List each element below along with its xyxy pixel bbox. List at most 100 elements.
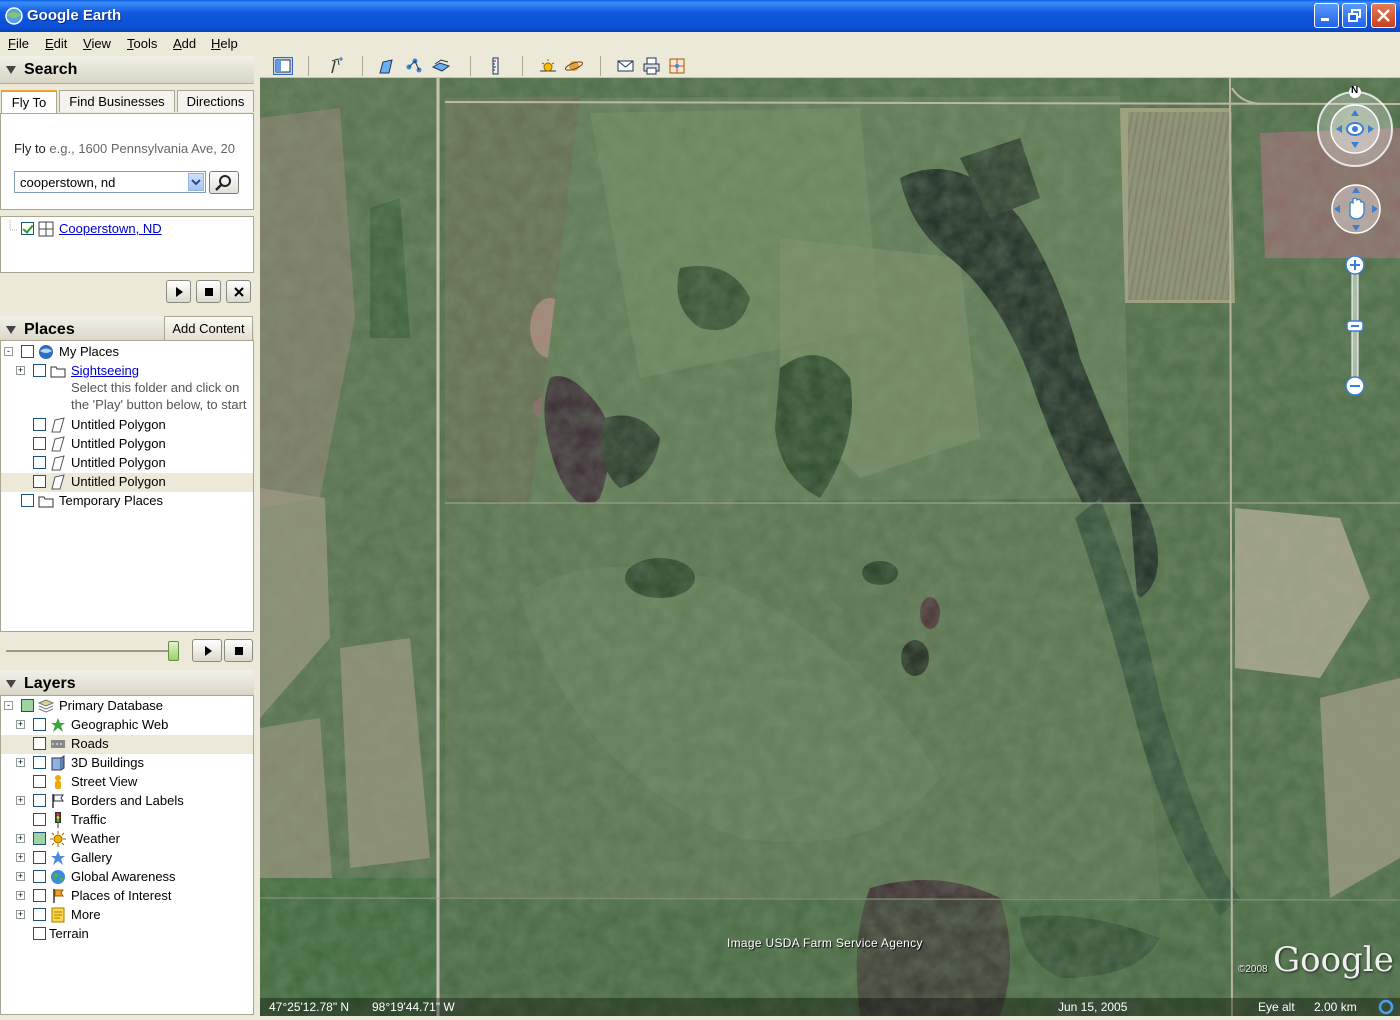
tab-find-businesses[interactable]: Find Businesses <box>59 90 175 112</box>
search-button[interactable] <box>209 171 239 194</box>
clear-button[interactable] <box>226 280 251 303</box>
checkbox[interactable] <box>33 418 46 431</box>
tree-item-my-places[interactable]: - My Places <box>1 343 253 362</box>
menu-tools[interactable]: Tools <box>127 36 157 51</box>
look-joystick[interactable] <box>1315 86 1395 168</box>
zoom-slider[interactable] <box>1344 256 1366 398</box>
checkbox[interactable] <box>33 475 46 488</box>
expand-expander[interactable]: + <box>16 910 25 919</box>
checkbox[interactable] <box>21 699 34 712</box>
tree-item-polygon[interactable]: Untitled Polygon <box>1 454 253 473</box>
collapse-expander[interactable]: - <box>4 347 13 356</box>
expand-expander[interactable]: + <box>16 891 25 900</box>
checkbox[interactable] <box>33 870 46 883</box>
checkbox[interactable] <box>33 718 46 731</box>
menu-help[interactable]: Help <box>211 36 238 51</box>
tree-item-polygon-selected[interactable]: Untitled Polygon <box>1 473 253 492</box>
checkbox[interactable] <box>33 437 46 450</box>
expand-expander[interactable]: + <box>16 853 25 862</box>
layers-panel-header[interactable]: Layers <box>0 670 254 698</box>
result-label[interactable]: Cooperstown, ND <box>59 221 162 236</box>
search-panel-header[interactable]: Search <box>0 56 254 84</box>
layer-geographic-web[interactable]: + Geographic Web <box>1 716 253 735</box>
checkbox[interactable] <box>33 813 46 826</box>
collapse-triangle-icon[interactable] <box>6 326 16 334</box>
planets-button[interactable] <box>564 57 584 75</box>
minimize-button[interactable] <box>1314 3 1339 28</box>
checkbox[interactable] <box>33 832 46 845</box>
collapse-triangle-icon[interactable] <box>6 680 16 688</box>
tree-item-polygon[interactable]: Untitled Polygon <box>1 435 253 454</box>
menu-file[interactable]: File <box>8 36 29 51</box>
places-play-button[interactable] <box>192 639 222 662</box>
expand-expander[interactable]: + <box>16 758 25 767</box>
tree-item-temporary-places[interactable]: Temporary Places <box>1 492 253 511</box>
close-button[interactable] <box>1371 3 1396 28</box>
polygon-tool-button[interactable] <box>378 57 398 75</box>
checkbox[interactable] <box>33 775 46 788</box>
stop-button[interactable] <box>196 280 221 303</box>
compass-north-label[interactable]: N <box>1351 85 1358 96</box>
checkbox[interactable] <box>21 494 34 507</box>
checkbox[interactable] <box>33 908 46 921</box>
expand-expander[interactable]: + <box>16 796 25 805</box>
layer-global-awareness[interactable]: + Global Awareness <box>1 868 253 887</box>
tree-item-label[interactable]: Sightseeing <box>71 363 139 378</box>
layer-borders-and-labels[interactable]: + Borders and Labels <box>1 792 253 811</box>
dropdown-button[interactable] <box>188 173 204 191</box>
search-input[interactable]: cooperstown, nd <box>14 171 206 193</box>
play-button[interactable] <box>166 280 191 303</box>
result-checkbox[interactable] <box>21 222 34 235</box>
checkbox[interactable] <box>33 927 46 940</box>
expand-expander[interactable]: + <box>16 872 25 881</box>
add-content-button[interactable]: Add Content <box>164 316 253 341</box>
layer-roads[interactable]: Roads <box>1 735 253 754</box>
tour-speed-slider-track[interactable] <box>6 650 176 652</box>
sidebar-toggle-button[interactable] <box>273 57 293 75</box>
path-tool-button[interactable] <box>405 57 425 75</box>
layer-more[interactable]: + More <box>1 906 253 925</box>
move-joystick[interactable] <box>1330 183 1382 235</box>
checkbox[interactable] <box>33 737 46 750</box>
search-input-value[interactable]: cooperstown, nd <box>20 175 115 190</box>
map-view[interactable]: N Image USDA Farm Service Agency ©2008 G… <box>260 78 1400 1016</box>
checkbox[interactable] <box>33 364 46 377</box>
sunlight-button[interactable] <box>538 57 558 75</box>
checkbox[interactable] <box>33 456 46 469</box>
result-item[interactable]: Cooperstown, ND <box>1 220 253 239</box>
checkbox[interactable] <box>33 794 46 807</box>
layer-gallery[interactable]: + Gallery <box>1 849 253 868</box>
layer-primary-database[interactable]: - Primary Database <box>1 697 253 716</box>
collapse-expander[interactable]: - <box>4 701 13 710</box>
satellite-imagery[interactable] <box>260 78 1400 1016</box>
expand-expander[interactable]: + <box>16 366 25 375</box>
checkbox[interactable] <box>33 851 46 864</box>
expand-expander[interactable]: + <box>16 834 25 843</box>
tab-directions[interactable]: Directions <box>177 90 254 112</box>
layer-weather[interactable]: + Weather <box>1 830 253 849</box>
view-in-maps-button[interactable] <box>668 57 688 75</box>
expand-expander[interactable]: + <box>16 720 25 729</box>
email-button[interactable] <box>616 57 636 75</box>
menu-edit[interactable]: Edit <box>45 36 67 51</box>
layer-3d-buildings[interactable]: + 3D Buildings <box>1 754 253 773</box>
layer-terrain[interactable]: Terrain <box>1 925 253 944</box>
menu-add[interactable]: Add <box>173 36 196 51</box>
tree-item-polygon[interactable]: Untitled Polygon <box>1 416 253 435</box>
placemark-button[interactable] <box>326 57 346 75</box>
tab-fly-to[interactable]: Fly To <box>1 90 57 114</box>
checkbox[interactable] <box>33 889 46 902</box>
checkbox[interactable] <box>21 345 34 358</box>
maximize-button[interactable] <box>1342 3 1367 28</box>
menu-view[interactable]: View <box>83 36 111 51</box>
collapse-triangle-icon[interactable] <box>6 66 16 74</box>
layer-traffic[interactable]: Traffic <box>1 811 253 830</box>
layer-street-view[interactable]: Street View <box>1 773 253 792</box>
image-overlay-button[interactable] <box>431 57 452 75</box>
layer-places-of-interest[interactable]: + Places of Interest <box>1 887 253 906</box>
print-button[interactable] <box>642 57 662 75</box>
places-stop-button[interactable] <box>224 639 253 662</box>
ruler-button[interactable] <box>486 57 506 75</box>
tour-speed-slider-thumb[interactable] <box>168 641 179 661</box>
checkbox[interactable] <box>33 756 46 769</box>
